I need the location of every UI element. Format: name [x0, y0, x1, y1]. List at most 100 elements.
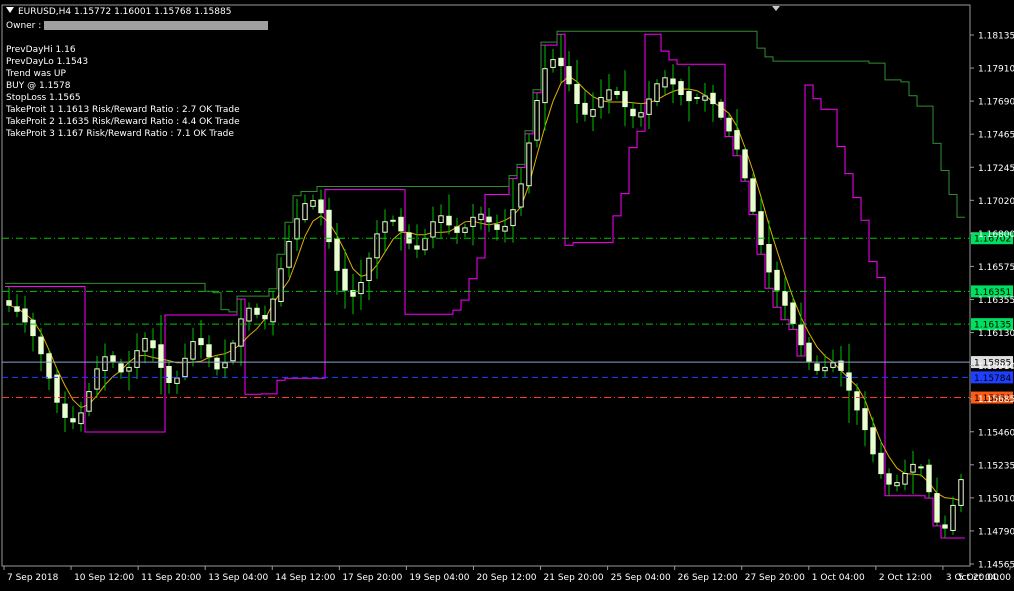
candle-body[interactable]: [942, 524, 948, 529]
candle-body[interactable]: [542, 68, 548, 104]
candle-body[interactable]: [318, 199, 324, 214]
candle-body[interactable]: [454, 226, 460, 233]
candle-body[interactable]: [190, 341, 196, 360]
candle-body[interactable]: [270, 298, 276, 323]
candle-body[interactable]: [894, 482, 900, 487]
candle-body[interactable]: [438, 215, 444, 224]
scroll-marker-icon[interactable]: [772, 6, 780, 11]
candle-body[interactable]: [950, 504, 956, 531]
candle-body[interactable]: [414, 245, 420, 250]
candle-body[interactable]: [286, 241, 292, 268]
candle-body[interactable]: [326, 209, 332, 243]
candle-body[interactable]: [470, 216, 476, 227]
candle-body[interactable]: [6, 300, 12, 306]
candle-body[interactable]: [926, 464, 932, 493]
candle-body[interactable]: [334, 238, 340, 271]
candle-body[interactable]: [598, 97, 604, 108]
candle-body[interactable]: [910, 463, 916, 473]
candle-body[interactable]: [646, 98, 652, 115]
candle-body[interactable]: [654, 83, 660, 102]
candle-body[interactable]: [614, 91, 620, 95]
candle-body[interactable]: [782, 291, 788, 306]
candle-body[interactable]: [374, 233, 380, 259]
candle-body[interactable]: [302, 203, 308, 221]
candle-body[interactable]: [790, 302, 796, 324]
candle-body[interactable]: [862, 408, 868, 431]
candle-body[interactable]: [230, 342, 236, 362]
candle-body[interactable]: [46, 353, 52, 379]
candle-body[interactable]: [822, 366, 828, 372]
candle-body[interactable]: [70, 418, 76, 423]
candle-body[interactable]: [798, 324, 804, 346]
candle-body[interactable]: [742, 149, 748, 179]
candle-body[interactable]: [390, 219, 396, 222]
candle-body[interactable]: [718, 101, 724, 118]
candle-body[interactable]: [158, 344, 164, 368]
candle-body[interactable]: [222, 362, 228, 369]
candle-body[interactable]: [14, 306, 20, 312]
candle-body[interactable]: [622, 91, 628, 108]
candle-body[interactable]: [78, 412, 84, 425]
candle-body[interactable]: [830, 362, 836, 368]
candle-body[interactable]: [38, 336, 44, 355]
candle-body[interactable]: [198, 338, 204, 346]
candle-body[interactable]: [366, 257, 372, 282]
candle-body[interactable]: [430, 221, 436, 238]
candle-body[interactable]: [254, 307, 260, 315]
candle-body[interactable]: [694, 97, 700, 99]
candle-body[interactable]: [358, 282, 364, 295]
candle-body[interactable]: [422, 238, 428, 251]
candle-body[interactable]: [86, 391, 92, 412]
candle-body[interactable]: [766, 244, 772, 273]
candle-body[interactable]: [886, 473, 892, 485]
candle-body[interactable]: [502, 225, 508, 232]
candle-body[interactable]: [182, 357, 188, 378]
candle-body[interactable]: [310, 200, 316, 207]
candle-body[interactable]: [262, 315, 268, 320]
candle-body[interactable]: [958, 479, 964, 506]
candle-body[interactable]: [142, 338, 148, 352]
candle-body[interactable]: [774, 269, 780, 291]
candle-body[interactable]: [854, 391, 860, 411]
candle-body[interactable]: [118, 363, 124, 373]
candle-body[interactable]: [846, 372, 852, 391]
candle-body[interactable]: [566, 66, 572, 85]
candle-body[interactable]: [518, 183, 524, 208]
candle-body[interactable]: [494, 224, 500, 230]
candle-body[interactable]: [630, 108, 636, 117]
candle-body[interactable]: [446, 215, 452, 226]
candle-body[interactable]: [918, 466, 924, 469]
candle-body[interactable]: [150, 340, 156, 349]
candle-body[interactable]: [902, 473, 908, 485]
candle-body[interactable]: [246, 307, 252, 322]
candle-body[interactable]: [686, 91, 692, 102]
candle-body[interactable]: [478, 213, 484, 221]
candle-body[interactable]: [134, 350, 140, 368]
candle-body[interactable]: [806, 342, 812, 362]
candle-body[interactable]: [582, 102, 588, 115]
candle-body[interactable]: [814, 363, 820, 371]
candle-body[interactable]: [30, 319, 36, 337]
candle-body[interactable]: [382, 221, 388, 233]
candle-body[interactable]: [214, 357, 220, 370]
candle-body[interactable]: [574, 84, 580, 104]
candle-body[interactable]: [462, 227, 468, 233]
candle-body[interactable]: [238, 318, 244, 347]
candle-body[interactable]: [22, 308, 28, 323]
candle-body[interactable]: [750, 178, 756, 212]
candle-body[interactable]: [550, 59, 556, 68]
candle-body[interactable]: [870, 427, 876, 455]
candle-body[interactable]: [678, 81, 684, 95]
candle-body[interactable]: [102, 356, 108, 371]
candle-body[interactable]: [558, 57, 564, 67]
candle-body[interactable]: [126, 366, 132, 372]
candle-body[interactable]: [534, 100, 540, 141]
candle-body[interactable]: [62, 403, 68, 418]
candle-body[interactable]: [174, 377, 180, 384]
candle-body[interactable]: [662, 77, 668, 88]
candle-body[interactable]: [94, 368, 100, 390]
candle-body[interactable]: [54, 374, 60, 403]
candle-body[interactable]: [206, 344, 212, 358]
candle-body[interactable]: [278, 268, 284, 302]
candle-body[interactable]: [166, 366, 172, 383]
